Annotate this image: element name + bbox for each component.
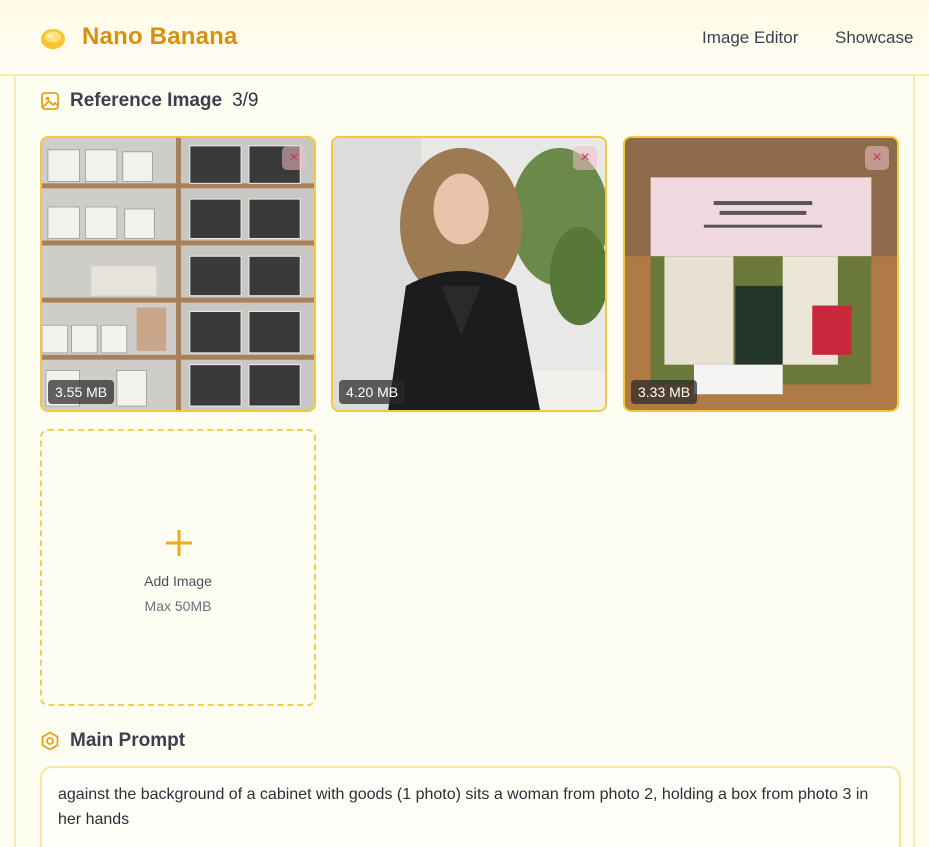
nav-showcase[interactable]: Showcase [835, 28, 913, 48]
main-prompt-input[interactable]: against the background of a cabinet with… [40, 766, 901, 847]
add-image-label: Add Image [144, 573, 212, 589]
woman-photo [333, 138, 605, 410]
reference-image-title: Reference Image [70, 90, 223, 111]
file-size-badge: 4.20 MB [339, 380, 406, 404]
gift-box-photo [625, 138, 897, 410]
reference-image-heading: Reference Image 3/9 [40, 90, 259, 112]
file-size-badge: 3.33 MB [631, 380, 698, 404]
plus-icon [166, 530, 192, 556]
main-prompt-title: Main Prompt [70, 730, 186, 751]
reference-image-card[interactable]: × 4.20 MB [331, 136, 607, 412]
shelf-photo [42, 138, 314, 410]
add-image-limit: Max 50MB [144, 598, 212, 614]
add-image-button[interactable]: Add Image Max 50MB [40, 429, 316, 706]
reference-image-card[interactable]: × 3.33 MB [623, 136, 899, 412]
main-prompt-heading: Main Prompt [40, 730, 185, 752]
nav-image-editor[interactable]: Image Editor [702, 28, 798, 48]
remove-image-button[interactable]: × [282, 146, 306, 170]
banana-logo-icon[interactable] [40, 26, 66, 50]
image-icon [41, 92, 59, 110]
remove-image-button[interactable]: × [573, 146, 597, 170]
reference-image-count: 3/9 [232, 90, 259, 111]
file-size-badge: 3.55 MB [48, 380, 115, 404]
reference-image-card[interactable]: × 3.55 MB [40, 136, 316, 412]
top-header: Nano Banana Image Editor Showcase [0, 0, 929, 76]
settings-hexagon-icon [41, 731, 59, 751]
brand-name[interactable]: Nano Banana [82, 23, 238, 51]
remove-image-button[interactable]: × [865, 146, 889, 170]
